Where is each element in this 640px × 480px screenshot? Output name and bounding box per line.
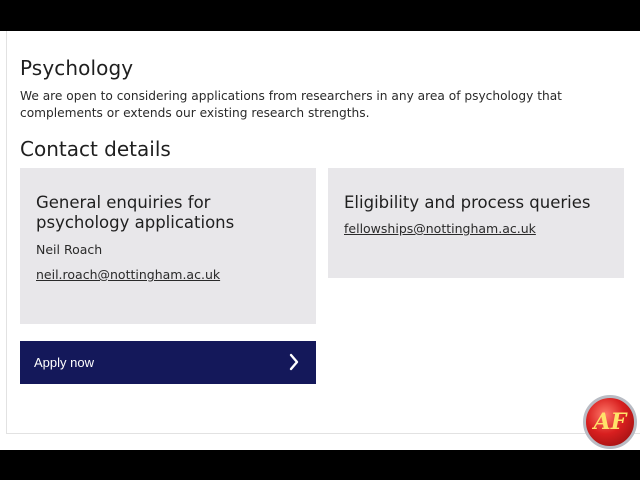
chevron-right-icon [289, 353, 299, 371]
section-intro: We are open to considering applications … [20, 88, 600, 122]
fellowships-email-link[interactable]: fellowships@nottingham.ac.uk [344, 221, 536, 236]
intro-line-2: complements or extends our existing rese… [20, 106, 370, 120]
section-title: Psychology [20, 56, 134, 80]
general-enquiries-heading-line-1: General enquiries for [36, 193, 211, 212]
contact-email-link[interactable]: neil.roach@nottingham.ac.uk [36, 267, 220, 282]
left-divider [6, 31, 7, 434]
apply-now-button[interactable]: Apply now [20, 341, 316, 384]
apply-now-label: Apply now [34, 355, 94, 370]
general-enquiries-heading: General enquiries for psychology applica… [36, 193, 306, 233]
bottom-divider [6, 433, 640, 434]
af-logo-text: AF [593, 409, 627, 435]
general-enquiries-card: General enquiries for psychology applica… [20, 168, 316, 324]
contact-person-name: Neil Roach [36, 242, 103, 257]
page-content: Psychology We are open to considering ap… [0, 31, 640, 450]
general-enquiries-heading-line-2: psychology applications [36, 213, 235, 232]
eligibility-card: Eligibility and process queries fellowsh… [328, 168, 624, 278]
intro-line-1: We are open to considering applications … [20, 89, 562, 103]
af-logo: AF [583, 395, 637, 449]
eligibility-heading: Eligibility and process queries [344, 193, 591, 212]
contact-details-title: Contact details [20, 137, 171, 161]
